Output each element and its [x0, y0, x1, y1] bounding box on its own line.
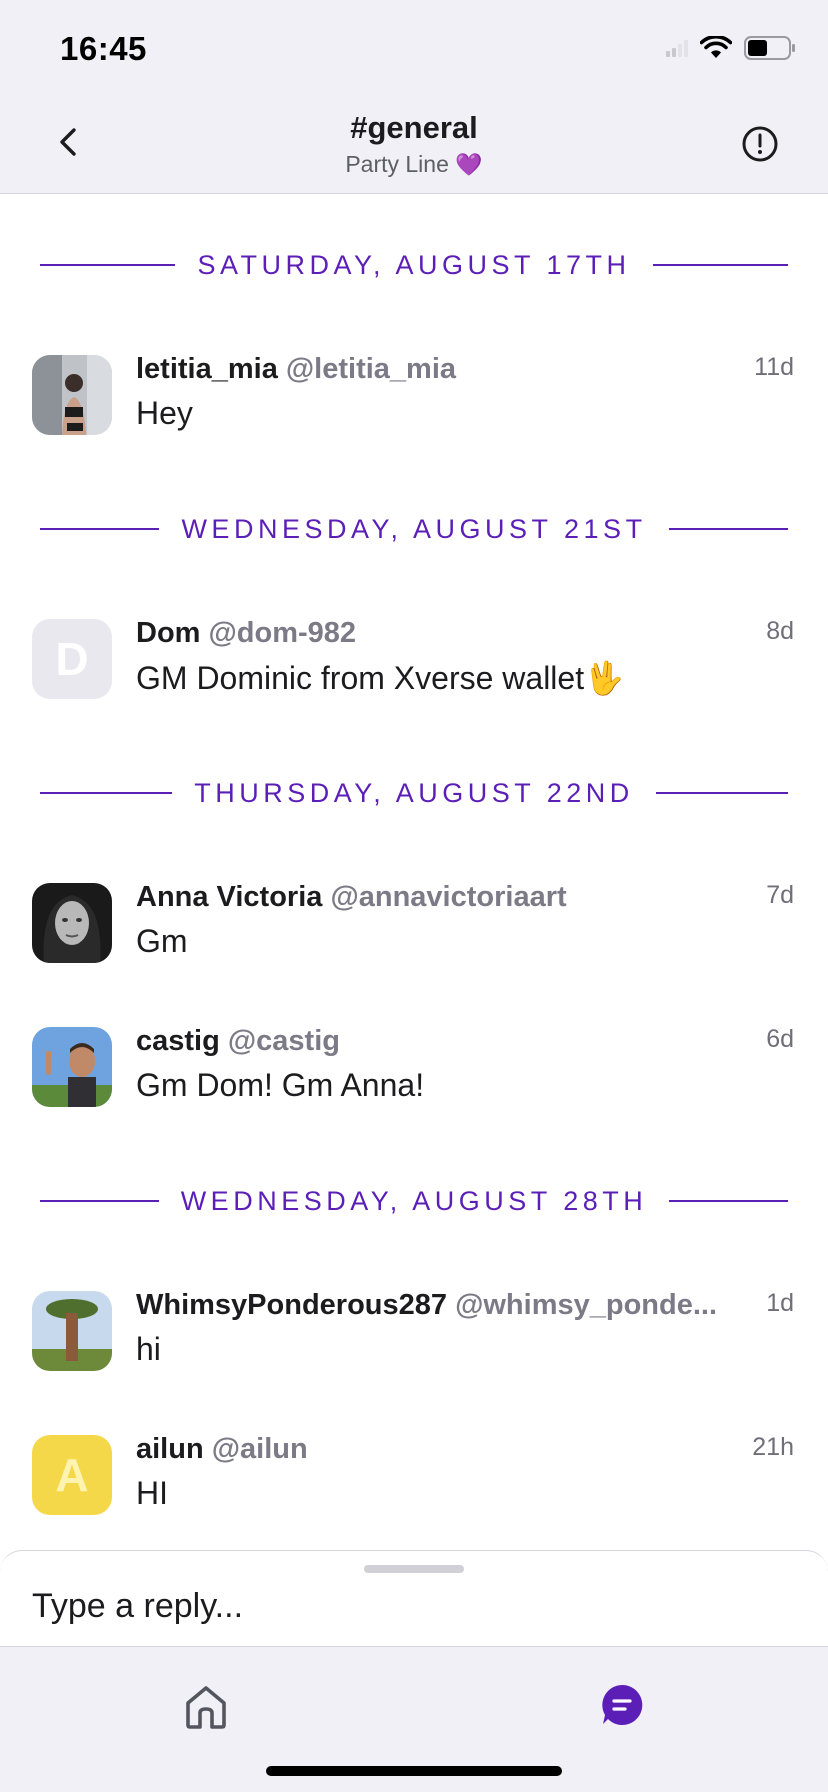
- date-divider-label: SATURDAY, AUGUST 17TH: [197, 249, 631, 280]
- divider-line: [655, 792, 788, 794]
- author-name[interactable]: ailun: [136, 1433, 204, 1465]
- author-handle[interactable]: @dom-982: [209, 617, 357, 649]
- avatar[interactable]: [32, 883, 112, 963]
- message-header: letitia_mia @letitia_mia: [136, 353, 796, 393]
- message-header: castig @castig: [136, 1025, 796, 1065]
- date-divider: WEDNESDAY, AUGUST 21ST: [40, 509, 789, 549]
- avatar-photo: [32, 883, 112, 963]
- message-item[interactable]: letitia_mia @letitia_mia 11d Hey: [32, 353, 796, 445]
- signal-icon: [666, 40, 688, 57]
- message-header: Dom @dom-982: [136, 617, 796, 657]
- avatar[interactable]: [32, 1291, 112, 1371]
- message-time: 8d: [766, 617, 794, 645]
- divider-line: [40, 792, 173, 794]
- message-text: HI: [136, 1475, 168, 1511]
- message-header: WhimsyPonderous287 @whimsy_ponde...: [136, 1289, 740, 1329]
- channel-title: #general: [350, 110, 478, 145]
- divider-line: [40, 528, 160, 530]
- divider-line: [668, 528, 789, 530]
- avatar[interactable]: [32, 1027, 112, 1107]
- tab-home[interactable]: [184, 1683, 228, 1731]
- channel-subtitle: Party Line 💜: [0, 151, 828, 178]
- message-time: 21h: [752, 1433, 794, 1461]
- author-name[interactable]: Anna Victoria: [136, 881, 322, 913]
- message-time: 11d: [754, 353, 794, 381]
- home-icon: [186, 1686, 226, 1729]
- message-text: Hey: [136, 395, 193, 431]
- author-handle[interactable]: @ailun: [212, 1433, 308, 1465]
- author-name[interactable]: Dom: [136, 617, 200, 649]
- avatar[interactable]: A: [32, 1435, 112, 1515]
- message-header: ailun @ailun: [136, 1433, 796, 1473]
- author-handle[interactable]: @annavictoriaart: [330, 881, 566, 913]
- author-name[interactable]: castig: [136, 1025, 220, 1057]
- author-handle[interactable]: @whimsy_ponde...: [455, 1289, 717, 1321]
- date-divider: THURSDAY, AUGUST 22ND: [40, 773, 788, 813]
- message-header: Anna Victoria @annavictoriaart: [136, 881, 796, 921]
- channel-header: #general Party Line 💜: [0, 96, 828, 194]
- message-item[interactable]: A ailun @ailun 21h HI: [32, 1433, 796, 1525]
- message-text: Gm: [136, 923, 188, 959]
- date-divider-label: THURSDAY, AUGUST 22ND: [194, 777, 634, 808]
- message-time: 1d: [766, 1289, 794, 1317]
- author-handle[interactable]: @letitia_mia: [286, 353, 456, 385]
- message-feed[interactable]: SATURDAY, AUGUST 17TH letitia_mia @letit…: [0, 195, 828, 1550]
- avatar[interactable]: D: [32, 619, 112, 699]
- divider-line: [40, 1200, 159, 1202]
- author-name[interactable]: letitia_mia: [136, 353, 278, 385]
- reply-input[interactable]: [32, 1581, 792, 1631]
- message-time: 6d: [766, 1025, 794, 1053]
- message-text: Gm Dom! Gm Anna!: [136, 1067, 425, 1103]
- avatar-photo: [32, 1291, 112, 1371]
- status-bar: 16:45: [0, 0, 828, 96]
- divider-line: [652, 264, 789, 266]
- date-divider: WEDNESDAY, AUGUST 28TH: [40, 1181, 789, 1221]
- status-time: 16:45: [60, 30, 147, 67]
- avatar-photo: [32, 355, 112, 435]
- avatar-letter: D: [55, 633, 89, 685]
- divider-line: [40, 264, 176, 266]
- status-icons: [666, 36, 796, 60]
- avatar[interactable]: [32, 355, 112, 435]
- channel-subtitle-text: Party Line: [345, 151, 449, 177]
- author-name[interactable]: WhimsyPonderous287: [136, 1289, 447, 1321]
- wifi-icon: [700, 36, 732, 58]
- divider-line: [669, 1200, 789, 1202]
- info-button[interactable]: [740, 124, 780, 164]
- home-indicator: [266, 1766, 562, 1776]
- avatar-photo: [32, 1027, 112, 1107]
- tab-messages[interactable]: [600, 1683, 644, 1727]
- alert-circle-icon: [742, 126, 778, 162]
- author-handle[interactable]: @castig: [228, 1025, 340, 1057]
- purple-heart-emoji: 💜: [455, 152, 483, 177]
- chat-bubble-icon: [602, 1684, 643, 1725]
- message-item[interactable]: Anna Victoria @annavictoriaart 7d Gm: [32, 881, 796, 973]
- date-divider: SATURDAY, AUGUST 17TH: [40, 245, 789, 285]
- message-time: 7d: [766, 881, 794, 909]
- message-text: GM Dominic from Xverse wallet🖖: [136, 660, 624, 696]
- message-item[interactable]: D Dom @dom-982 8d GM Dominic from Xverse…: [32, 617, 796, 709]
- message-item[interactable]: castig @castig 6d Gm Dom! Gm Anna!: [32, 1025, 796, 1117]
- battery-icon: [744, 36, 795, 60]
- date-divider-label: WEDNESDAY, AUGUST 28TH: [180, 1185, 648, 1216]
- sheet-grabber[interactable]: [364, 1565, 464, 1573]
- message-item[interactable]: WhimsyPonderous287 @whimsy_ponde... 1d h…: [32, 1289, 796, 1381]
- message-text: hi: [136, 1331, 161, 1367]
- avatar-letter: A: [55, 1449, 89, 1501]
- date-divider-label: WEDNESDAY, AUGUST 21ST: [181, 513, 647, 544]
- reply-composer: [0, 1550, 828, 1646]
